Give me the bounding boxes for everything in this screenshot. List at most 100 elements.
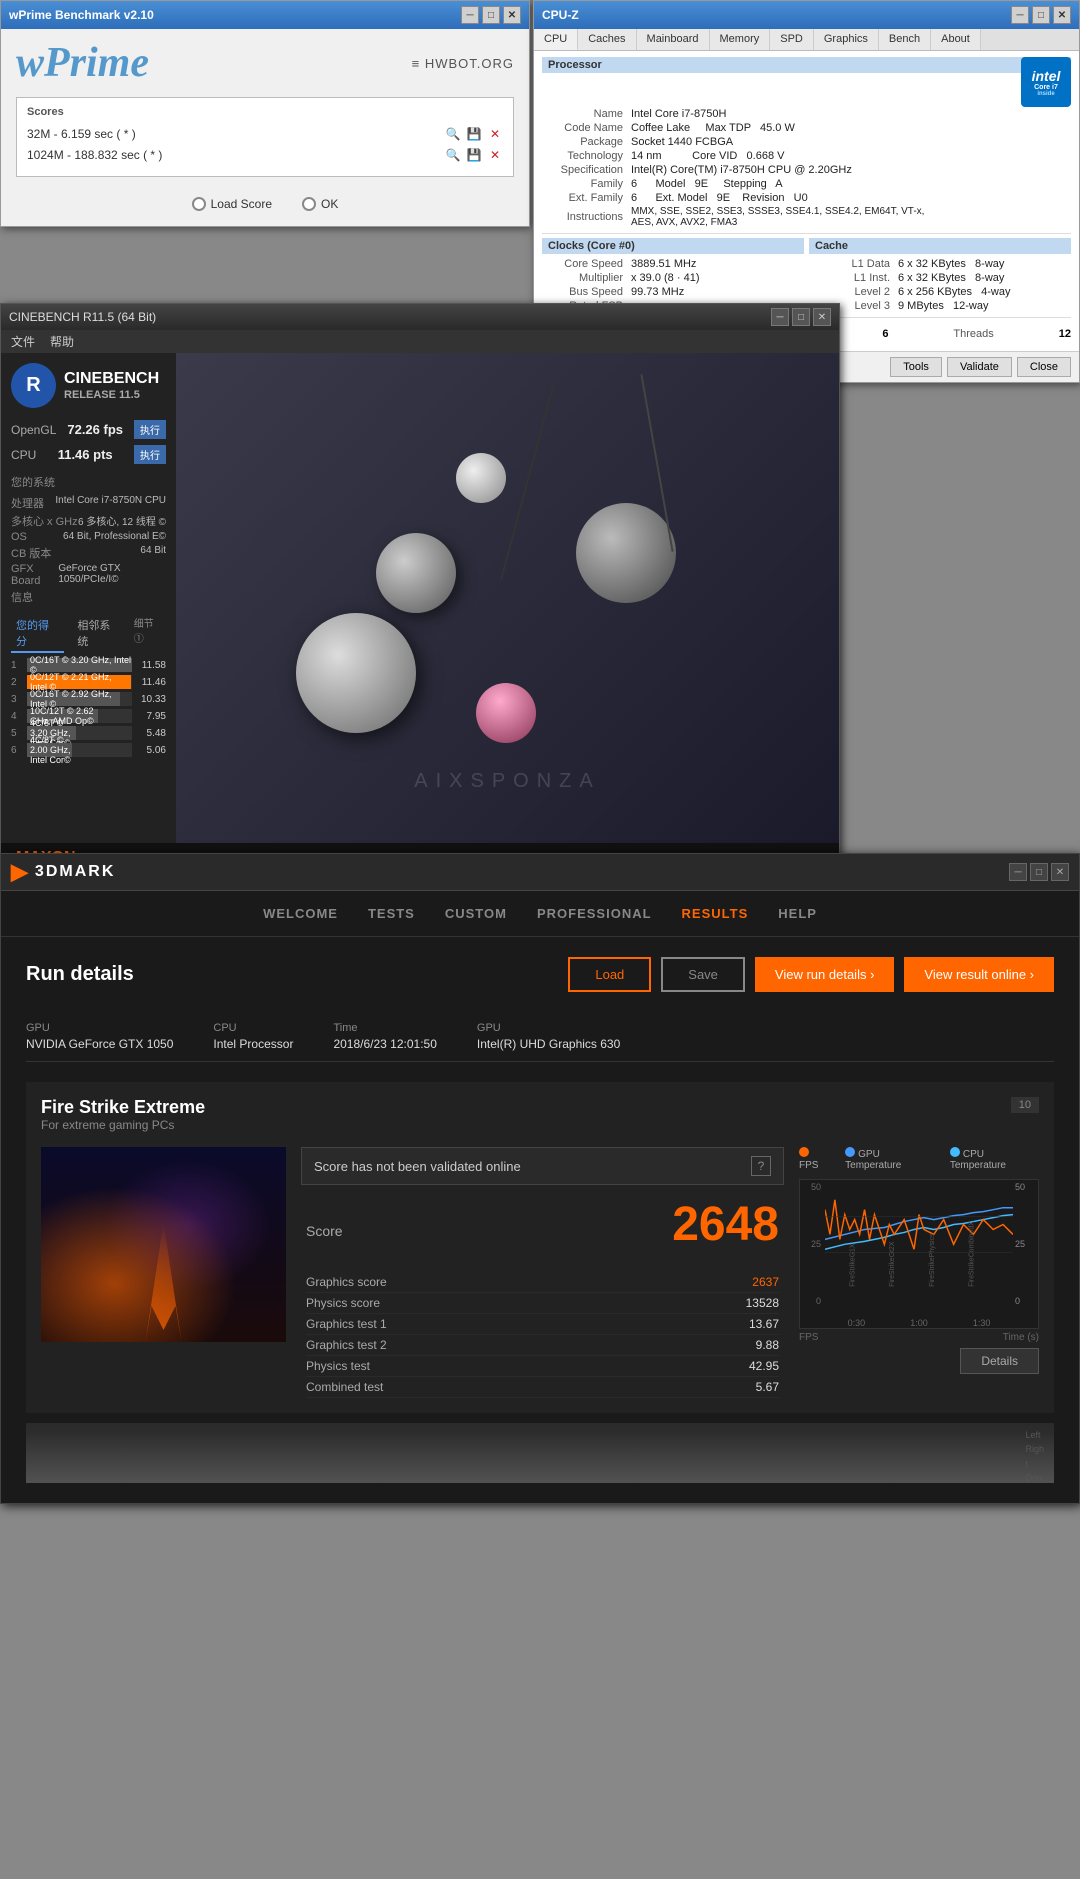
validate-btn[interactable]: Validate [947, 357, 1012, 377]
load-btn[interactable]: Load [568, 957, 651, 992]
intel-inside: inside [1037, 91, 1054, 97]
nav-custom[interactable]: CUSTOM [445, 906, 507, 921]
threedmark-logo: ▶ 3DMARK [11, 859, 115, 885]
tab-mainboard[interactable]: Mainboard [637, 29, 710, 50]
tab-cpu[interactable]: CPU [534, 29, 578, 50]
cpu-info-label: CPU [213, 1022, 293, 1034]
name-value: Intel Core i7-8750H [627, 107, 1071, 121]
cpu-run-btn[interactable]: 执行 [134, 445, 166, 464]
tab-my-score[interactable]: 您的得分 [11, 615, 64, 653]
cb-logo-text: CINEBENCH RELEASE 11.5 [64, 369, 159, 401]
search-icon-2[interactable]: 🔍 [445, 147, 461, 163]
details-btn-area: Details [799, 1348, 1039, 1374]
rank-num-2: 2 [11, 677, 23, 688]
tab-about[interactable]: About [931, 29, 981, 50]
cinebench-window: CINEBENCH R11.5 (64 Bit) ─ □ ✕ 文件 帮助 R C… [0, 303, 840, 923]
rank-num-6: 6 [11, 745, 23, 756]
time-label: Time [333, 1022, 436, 1034]
y-label-0: 0 [816, 1296, 821, 1306]
delete-icon-1[interactable]: ✕ [487, 126, 503, 142]
chart-label-combined: FireStrikeCombinedX [968, 1221, 975, 1287]
proc-row: 处理器 Intel Core i7-8750N CPU [11, 495, 166, 511]
table-row: Multiplierx 39.0 (8 · 41) [542, 271, 804, 285]
cpuz-minimize[interactable]: ─ [1011, 6, 1029, 24]
save-btn[interactable]: Save [661, 957, 745, 992]
score-line-gt1: Graphics test 1 13.67 [306, 1314, 779, 1335]
tab-caches[interactable]: Caches [578, 29, 636, 50]
cores-val: 6 多核心, 12 线程 © [78, 513, 166, 529]
gt1-val: 13.67 [749, 1317, 779, 1331]
close-btn[interactable]: ✕ [503, 6, 521, 24]
spec-value: Intel(R) Core(TM) i7-8750H CPU @ 2.20GHz [627, 163, 1071, 177]
rank-val-6: 5.06 [136, 745, 166, 756]
tdm-minimize[interactable]: ─ [1009, 863, 1027, 881]
nav-help[interactable]: HELP [778, 906, 817, 921]
filter-btn[interactable]: 细节 ① [134, 615, 166, 653]
render-sphere-3 [476, 683, 536, 743]
intel-core-i7: Core i7 [1034, 84, 1058, 91]
chart-area: 50 25 0 50 25 0 [799, 1179, 1039, 1329]
search-icon-1[interactable]: 🔍 [445, 126, 461, 142]
cpuz-close[interactable]: ✕ [1053, 6, 1071, 24]
tools-btn[interactable]: Tools [890, 357, 942, 377]
ok-radio[interactable] [302, 197, 316, 211]
opengl-run-btn[interactable]: 执行 [134, 420, 166, 439]
rank-bar-fill-6: 4C/8T © 2.00 GHz, Intel Cor© [27, 743, 72, 757]
chart-label-g2: FireStrikeGt2X [889, 1241, 896, 1287]
delete-icon-2[interactable]: ✕ [487, 147, 503, 163]
rank-bar-fill-3: 0C/16T © 2.92 GHz, Intel © [27, 692, 120, 706]
table-row: Name Intel Core i7-8750H [542, 107, 1071, 121]
mult-value: x 39.0 (8 · 41) [627, 271, 804, 285]
menu-help[interactable]: 帮助 [50, 333, 74, 350]
nav-tests[interactable]: TESTS [368, 906, 415, 921]
nav-welcome[interactable]: WELCOME [263, 906, 338, 921]
rank-row-2: 2 0C/12T © 2.21 GHz, Intel © 11.46 [11, 675, 166, 689]
minimize-btn[interactable]: ─ [461, 6, 479, 24]
cpuz-close-btn[interactable]: Close [1017, 357, 1071, 377]
fs-content: Score has not been validated online ? Sc… [41, 1147, 1039, 1398]
name-label: Name [542, 107, 627, 121]
cpuz-maximize[interactable]: □ [1032, 6, 1050, 24]
cb-release: RELEASE 11.5 [64, 389, 159, 402]
fs-badge: 10 [1011, 1097, 1039, 1113]
cb-minimize[interactable]: ─ [771, 308, 789, 326]
cores-key: 多核心 x GHz [11, 513, 78, 529]
save-icon-2[interactable]: 💾 [466, 147, 482, 163]
hwbot-logo: ≡ HWBOT.ORG [412, 56, 514, 71]
pt-val: 42.95 [749, 1359, 779, 1373]
tab-spd[interactable]: SPD [770, 29, 814, 50]
cinebench-titlebar: CINEBENCH R11.5 (64 Bit) ─ □ ✕ [1, 304, 839, 330]
view-online-btn[interactable]: View result online › [904, 957, 1054, 992]
nav-professional[interactable]: PROFESSIONAL [537, 906, 652, 921]
ok-label[interactable]: OK [302, 197, 338, 211]
rank-row-1: 1 0C/16T © 3.20 GHz, Intel © 11.58 [11, 658, 166, 672]
tab-neighbor[interactable]: 相邻系统 [72, 615, 125, 653]
menu-file[interactable]: 文件 [11, 333, 35, 350]
cb-close[interactable]: ✕ [813, 308, 831, 326]
save-icon-1[interactable]: 💾 [466, 126, 482, 142]
cores-row: 多核心 x GHz 6 多核心, 12 线程 © [11, 513, 166, 529]
view-run-btn[interactable]: View run details › [755, 957, 894, 992]
l2-label: Level 2 [809, 285, 894, 299]
run-details-header: Run details Load Save View run details ›… [26, 957, 1054, 992]
load-score-radio[interactable] [192, 197, 206, 211]
y-label-25: 25 [811, 1239, 821, 1249]
package-value: Socket 1440 FCBGA [627, 135, 1071, 149]
tab-memory[interactable]: Memory [710, 29, 771, 50]
score-row-1: 32M - 6.159 sec ( * ) 🔍 💾 ✕ [27, 126, 503, 142]
cb-logo-circle: R [11, 363, 56, 408]
tab-bench[interactable]: Bench [879, 29, 931, 50]
cpu-score-row: CPU 11.46 pts 执行 [11, 445, 166, 464]
instr-value: MMX, SSE, SSE2, SSE3, SSSE3, SSE4.1, SSE… [627, 205, 1071, 229]
details-button[interactable]: Details [960, 1348, 1039, 1374]
load-score-label[interactable]: Load Score [192, 197, 272, 211]
cache-table: L1 Data6 x 32 KBytes 8-way L1 Inst.6 x 3… [809, 257, 1071, 313]
help-icon[interactable]: ? [751, 1156, 771, 1176]
tab-graphics[interactable]: Graphics [814, 29, 879, 50]
cb-maximize[interactable]: □ [792, 308, 810, 326]
tdm-maximize[interactable]: □ [1030, 863, 1048, 881]
tdm-close[interactable]: ✕ [1051, 863, 1069, 881]
rank-row-3: 3 0C/16T © 2.92 GHz, Intel © 10.33 [11, 692, 166, 706]
nav-results[interactable]: RESULTS [682, 906, 749, 921]
maximize-btn[interactable]: □ [482, 6, 500, 24]
